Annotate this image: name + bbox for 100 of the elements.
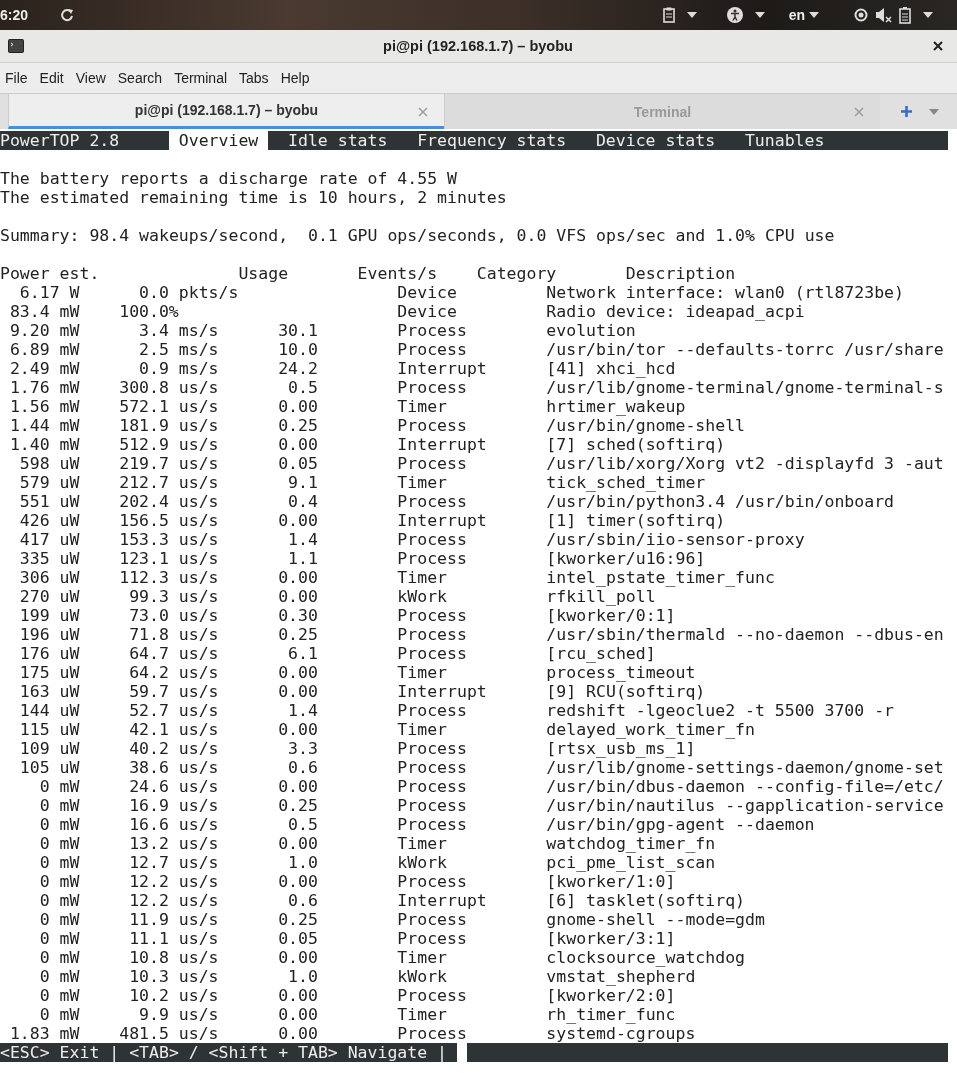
table-cell: 0.00	[278, 834, 318, 853]
table-cell: Process	[397, 758, 467, 777]
table-cell: 163 uW	[19, 682, 80, 701]
table-cell: 0.00	[278, 587, 318, 606]
table-cell: Process	[397, 340, 467, 359]
table-cell: Process	[397, 530, 467, 549]
table-cell: 10.2 us/s	[129, 986, 219, 1005]
table-cell: 13.2 us/s	[129, 834, 219, 853]
table-cell: 1.0	[288, 967, 318, 986]
table-cell: 270 uW	[19, 587, 80, 606]
table-cell: /usr/lib/xorg/Xorg vt2 -displayfd 3 -aut	[546, 454, 944, 473]
table-cell: Interrupt	[397, 359, 487, 378]
table-cell: Interrupt	[397, 891, 487, 910]
table-cell: Process	[397, 986, 467, 1005]
table-cell: 12.2 us/s	[129, 872, 219, 891]
table-cell: Timer	[397, 473, 447, 492]
column-header: Category	[476, 264, 558, 283]
table-cell: /usr/sbin/iio-sensor-proxy	[546, 530, 805, 549]
table-cell: 10.8 us/s	[129, 948, 219, 967]
powertop-tab[interactable]: Frequency stats	[407, 131, 577, 150]
table-cell: 10.3 us/s	[129, 967, 219, 986]
table-cell: Interrupt	[397, 511, 487, 530]
table-cell: 0 mW	[39, 967, 80, 986]
table-cell: [rtsx_usb_ms_1]	[546, 739, 696, 758]
clipboard-icon[interactable]	[662, 7, 675, 23]
table-cell: 417 uW	[19, 530, 80, 549]
table-cell: 40.2 us/s	[129, 739, 219, 758]
table-cell: 24.2	[278, 359, 318, 378]
table-cell: 24.6 us/s	[129, 777, 219, 796]
table-cell: 9.20 mW	[9, 321, 80, 340]
table-cell: 12.7 us/s	[129, 853, 219, 872]
table-cell: 0.0 pkts/s	[139, 283, 239, 302]
table-cell: 0.05	[278, 929, 318, 948]
table-cell: Process	[397, 815, 467, 834]
menu-item[interactable]: Tabs	[239, 70, 269, 86]
table-cell: 306 uW	[19, 568, 80, 587]
clock-text: 6:20	[0, 7, 29, 23]
table-cell: delayed_work_timer_fn	[546, 720, 755, 739]
table-cell: 9.1	[288, 473, 318, 492]
language-indicator[interactable]: en	[788, 7, 805, 23]
table-cell: 2.5 ms/s	[139, 340, 219, 359]
battery-info-text: The battery reports a discharge rate of 4.55 W	[0, 169, 458, 188]
menu-item[interactable]: View	[75, 70, 106, 86]
table-cell: 0.4	[288, 492, 318, 511]
menu-item[interactable]: Terminal	[174, 70, 228, 86]
table-cell: [9] RCU(softirq)	[546, 682, 706, 701]
table-cell: Process	[397, 910, 467, 929]
summary-text: Summary: 98.4 wakeups/second, 0.1 GPU ops/seconds, 0.0 VFS ops/sec and 1.0% CPU use	[0, 226, 836, 245]
table-cell: 0.00	[278, 1005, 318, 1024]
table-cell: 196 uW	[19, 625, 80, 644]
table-cell: 0 mW	[39, 872, 80, 891]
table-cell: 112.3 us/s	[119, 568, 219, 587]
table-cell: 212.7 us/s	[119, 473, 219, 492]
menu-item[interactable]: File	[5, 70, 28, 86]
table-cell: 105 uW	[19, 758, 80, 777]
table-cell: kWork	[397, 587, 447, 606]
powertop-tab[interactable]: Device stats	[586, 131, 726, 150]
table-cell: Interrupt	[397, 682, 487, 701]
table-cell: 0.00	[278, 568, 318, 587]
table-cell: 551 uW	[19, 492, 80, 511]
table-cell: /usr/bin/gpg-agent --daemon	[546, 815, 815, 834]
menu-item[interactable]: Search	[117, 70, 163, 86]
table-cell: 109 uW	[19, 739, 80, 758]
caret-icon[interactable]	[809, 12, 819, 18]
powertop-tab[interactable]: Tunables	[735, 131, 835, 150]
menu-item[interactable]: Edit	[39, 70, 64, 86]
table-cell: 481.5 us/s	[119, 1024, 219, 1043]
table-cell: 11.1 us/s	[129, 929, 219, 948]
menu-item[interactable]: Help	[280, 70, 310, 86]
terminal-tab[interactable]: pi@pi (192.168.1.7) – byobu	[8, 94, 444, 129]
table-cell: 71.8 us/s	[129, 625, 219, 644]
powertop-tab[interactable]: Idle stats	[278, 131, 398, 150]
table-cell: 0.6	[288, 891, 318, 910]
table-cell: gnome-shell --mode=gdm	[546, 910, 765, 929]
table-cell: 3.3	[288, 739, 318, 758]
table-cell: 0 mW	[39, 986, 80, 1005]
close-icon[interactable]	[932, 40, 944, 52]
table-cell: 0 mW	[39, 929, 80, 948]
target-icon[interactable]	[853, 7, 869, 23]
table-cell: 1.4	[288, 701, 318, 720]
refresh-icon[interactable]	[60, 8, 75, 22]
table-cell: clocksource_watchdog	[546, 948, 746, 967]
powertop-tab[interactable]: Overview	[168, 131, 269, 150]
caret-icon[interactable]	[754, 12, 765, 18]
table-cell: Process	[397, 549, 467, 568]
table-cell: Process	[397, 492, 467, 511]
table-cell: 115 uW	[19, 720, 80, 739]
accessibility-icon[interactable]	[726, 7, 743, 23]
caret-icon[interactable]	[686, 12, 697, 18]
caret-icon[interactable]	[923, 12, 933, 18]
table-cell: 1.83 mW	[9, 1024, 80, 1043]
table-cell: Radio device: ideapad_acpi	[546, 302, 805, 321]
volume-muted-icon[interactable]	[875, 7, 893, 23]
battery-icon[interactable]	[899, 6, 911, 24]
table-cell: 1.4	[288, 530, 318, 549]
column-header: Power est.	[0, 264, 101, 283]
table-cell: 1.44 mW	[9, 416, 80, 435]
column-header: Usage	[238, 264, 290, 283]
table-cell: 64.2 us/s	[129, 663, 219, 682]
add-tab-icon[interactable]	[900, 105, 913, 118]
